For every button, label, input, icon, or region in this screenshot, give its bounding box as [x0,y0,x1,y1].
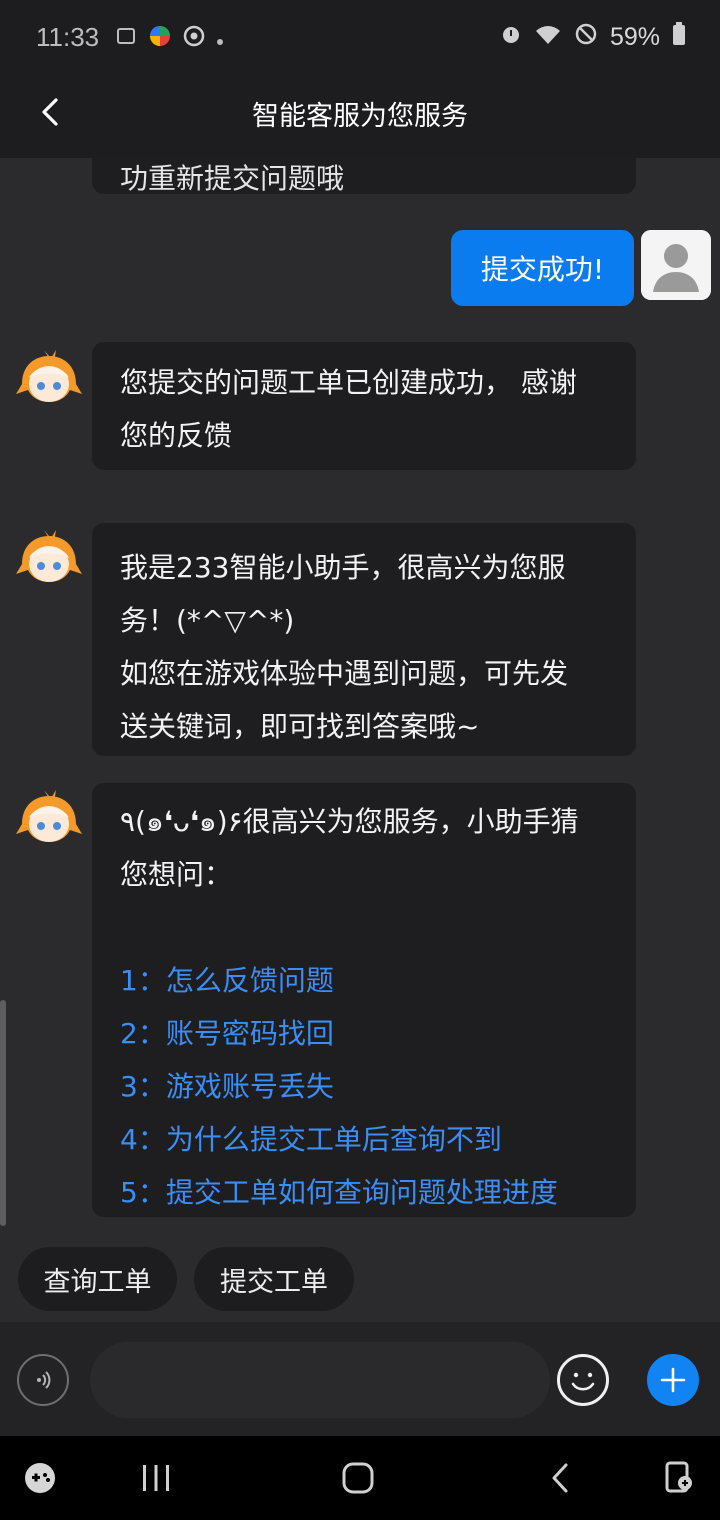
input-bar [0,1322,720,1436]
scrollbar[interactable] [0,1000,6,1226]
recents-icon[interactable] [136,1458,176,1498]
dot-icon [216,27,224,51]
faq-link-5[interactable]: 5：提交工单如何查询问题处理进度 [120,1166,608,1219]
faq-link-2[interactable]: 2：账号密码找回 [120,1007,608,1060]
chat-area[interactable]: 功重新提交问题哦 提交成功! 您提交的问题工单已创建成功， 感谢 您的反馈 我是… [0,158,720,1322]
status-time: 11:33 [36,22,100,52]
voice-icon[interactable] [17,1354,69,1406]
wifi-icon [534,23,562,51]
bot-message-1: 您提交的问题工单已创建成功， 感谢 您的反馈 [92,342,636,470]
faq-link-1[interactable]: 1：怎么反馈问题 [120,954,608,1007]
user-avatar [641,230,711,300]
message-line: 您的反馈 [120,419,233,452]
message-line: 务！(*^▽^*) [120,604,295,637]
battery-icon [672,22,686,52]
message-line: 您提交的问题工单已创建成功， 感谢 [120,366,577,399]
message-input[interactable] [90,1342,550,1418]
bot-avatar [14,784,84,854]
system-nav-bar [0,1436,720,1520]
status-bar: 11:33 59% [0,0,720,72]
message-line: 如您在游戏体验中遇到问题，可先发 [120,657,569,690]
screenshot-icon[interactable] [660,1458,700,1498]
faq-link-4[interactable]: 4：为什么提交工单后查询不到 [120,1113,608,1166]
bot-avatar [14,344,84,414]
message-line: 送关键词，即可找到答案哦~ [120,710,480,743]
bot-message-2: 我是233智能小助手，很高兴为您服 务！(*^▽^*) 如您在游戏体验中遇到问题… [92,523,636,756]
back-icon[interactable] [540,1458,580,1498]
home-icon[interactable] [338,1458,378,1498]
dnd-icon [574,22,598,52]
submit-ticket-button[interactable]: 提交工单 [194,1247,354,1311]
bot-message-3: ٩(๑❛ᴗ❛๑)۶很高兴为您服务，小助手猜 您想问： 1：怎么反馈问题 2：账号… [92,783,636,1217]
battery-percentage: 59% [609,22,660,51]
alarm-icon [500,23,522,51]
game-launcher-icon[interactable] [20,1458,60,1498]
bot-avatar [14,524,84,594]
user-message: 提交成功! [451,230,634,306]
bot-message-truncated: 功重新提交问题哦 [92,158,636,195]
page-title: 智能客服为您服务 [252,101,468,132]
message-line: ٩(๑❛ᴗ❛๑)۶很高兴为您服务，小助手猜 [120,805,579,838]
truncated-text: 功重新提交问题哦 [120,162,345,195]
status-right-icons: 59% [500,22,686,52]
app2-icon [182,24,206,53]
message-line: 您想问： [120,858,233,891]
status-left-icons [116,24,224,53]
query-ticket-button[interactable]: 查询工单 [18,1247,177,1311]
emoji-icon[interactable] [557,1354,609,1406]
message-line: 我是233智能小助手，很高兴为您服 [120,551,566,584]
sim-icon [116,26,138,51]
faq-link-3[interactable]: 3：游戏账号丢失 [120,1060,608,1113]
header: 智能客服为您服务 [0,72,720,158]
plus-icon[interactable] [647,1354,699,1406]
app-icon [148,24,172,53]
